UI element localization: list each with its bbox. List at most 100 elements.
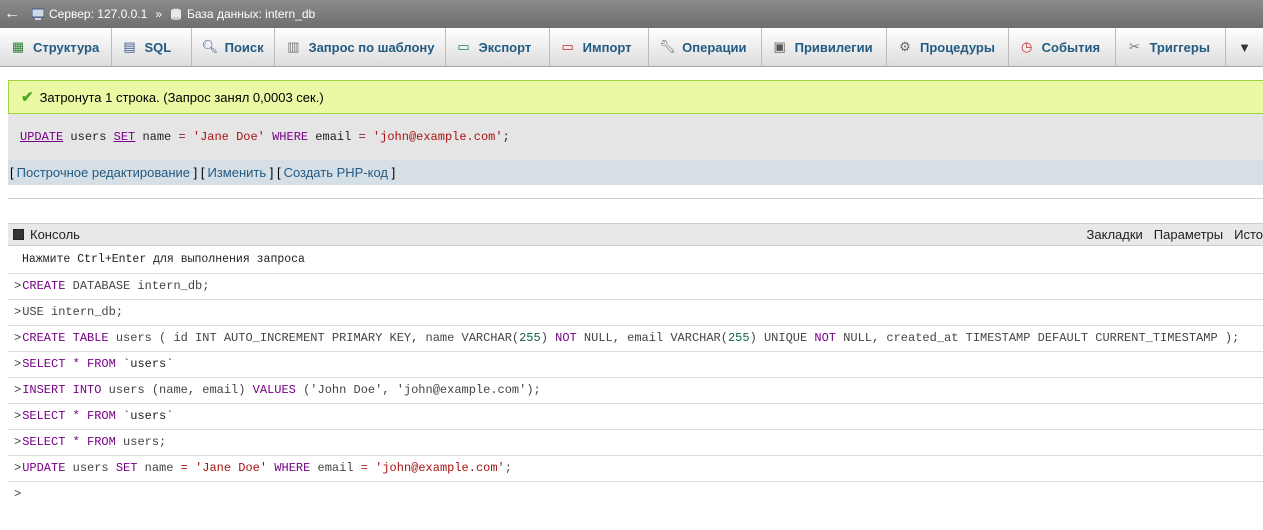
- sql-operator: =: [360, 461, 368, 475]
- sql-operator: =: [178, 130, 186, 144]
- breadcrumb-bar: ← Сервер: 127.0.0.1 » База данных: inter…: [0, 0, 1263, 28]
- sql-number: 255: [727, 331, 750, 345]
- sql-keyword-update[interactable]: UPDATE: [20, 130, 63, 144]
- breadcrumb-separator: »: [155, 7, 163, 21]
- sql-text: name: [135, 130, 179, 144]
- console-query-line[interactable]: >SELECT * FROM `users`: [8, 352, 1263, 378]
- console-history-link[interactable]: Исто: [1234, 227, 1263, 242]
- sql-keyword-set[interactable]: SET: [114, 130, 136, 144]
- sql-text: users (name, email): [101, 383, 253, 397]
- console-options: Закладки Параметры Исто: [1087, 227, 1263, 242]
- sql-string: 'Jane Doe': [187, 461, 275, 475]
- sql-text: NULL, created_at TIMESTAMP DEFAULT CURRE…: [836, 331, 1240, 345]
- edit-link[interactable]: Изменить: [207, 165, 266, 180]
- prompt-icon: >: [14, 435, 22, 449]
- search-icon: 🔍︎: [201, 39, 219, 54]
- prompt-icon: >: [14, 487, 22, 501]
- sql-keyword: INSERT: [22, 383, 66, 397]
- tab-privileges[interactable]: ▣ Привилегии: [762, 28, 887, 66]
- sql-text: name: [137, 461, 181, 475]
- create-php-link[interactable]: Создать PHP-код: [284, 165, 388, 180]
- console-query-line[interactable]: >CREATE TABLE users ( id INT AUTO_INCREM…: [8, 326, 1263, 352]
- tab-events[interactable]: ◷ События: [1009, 28, 1117, 66]
- console-bookmarks-link[interactable]: Закладки: [1087, 227, 1143, 242]
- console-query-line[interactable]: >USE intern_db;: [8, 300, 1263, 326]
- privileges-icon: ▣: [773, 39, 786, 54]
- sql-keyword: INTO: [72, 383, 102, 397]
- prompt-icon: >: [14, 305, 22, 319]
- sql-text: ) UNIQUE: [749, 331, 815, 345]
- sql-string: 'Jane Doe': [185, 130, 273, 144]
- sql-text: users: [65, 461, 116, 475]
- tab-operations[interactable]: 🔧︎ Операции: [649, 28, 762, 66]
- console-input-prompt[interactable]: >: [8, 482, 1263, 507]
- prompt-icon: >: [14, 279, 22, 293]
- sql-keyword: UPDATE: [22, 461, 66, 475]
- sql-keyword: FROM: [87, 357, 116, 371]
- sql-keyword: SELECT: [22, 409, 66, 423]
- sql-keyword: SET: [115, 461, 138, 475]
- tab-sql[interactable]: ▤ SQL: [112, 28, 192, 66]
- sql-keyword: SELECT: [22, 435, 66, 449]
- console-query-line[interactable]: >SELECT * FROM `users`: [8, 404, 1263, 430]
- inline-edit-link[interactable]: Построчное редактирование: [17, 165, 190, 180]
- database-label[interactable]: База данных: intern_db: [187, 7, 315, 21]
- database-icon: [170, 8, 182, 20]
- sql-text: users ( id INT AUTO_INCREMENT PRIMARY KE…: [108, 331, 520, 345]
- tab-triggers[interactable]: ✂ Триггеры: [1116, 28, 1227, 66]
- sql-keyword: NOT: [814, 331, 836, 345]
- sql-keyword: TABLE: [72, 331, 109, 345]
- sql-string: 'john@example.com': [367, 461, 505, 475]
- sql-text: users: [63, 130, 114, 144]
- executed-sql-box: UPDATE users SET name = 'Jane Doe' WHERE…: [8, 114, 1263, 160]
- sql-keyword-where: WHERE: [272, 130, 309, 144]
- prompt-icon: >: [14, 383, 22, 397]
- sql-keyword: FROM: [87, 435, 116, 449]
- prompt-icon: >: [14, 357, 22, 371]
- clock-icon: ◷: [1020, 39, 1033, 54]
- export-icon: ▭: [457, 39, 470, 54]
- triggers-icon: ✂: [1129, 39, 1140, 54]
- query-icon: ▥: [287, 39, 300, 54]
- prompt-icon: >: [14, 331, 22, 345]
- tab-import[interactable]: ▭ Импорт: [550, 28, 650, 66]
- tab-search[interactable]: 🔍︎ Поиск: [192, 28, 276, 66]
- sql-text: NULL, email VARCHAR(: [576, 331, 728, 345]
- sql-operator: *: [65, 357, 88, 371]
- sql-operator: *: [65, 409, 88, 423]
- sql-keyword: FROM: [87, 409, 116, 423]
- console-query-line[interactable]: >UPDATE users SET name = 'Jane Doe' WHER…: [8, 456, 1263, 482]
- sql-text: users;: [115, 435, 167, 449]
- tab-query[interactable]: ▥ Запрос по шаблону: [275, 28, 446, 66]
- main-tabs: ▦ Структура ▤ SQL 🔍︎ Поиск ▥ Запрос по шабло…: [0, 28, 1263, 67]
- database-breadcrumb[interactable]: База данных: intern_db: [170, 7, 315, 21]
- tab-export[interactable]: ▭ Экспорт: [446, 28, 550, 66]
- server-breadcrumb[interactable]: Сервер: 127.0.0.1: [31, 7, 147, 21]
- import-icon: ▭: [561, 39, 574, 54]
- console-query-line[interactable]: >SELECT * FROM users;: [8, 430, 1263, 456]
- more-tabs-button[interactable]: ▼: [1226, 28, 1263, 66]
- sql-keyword: VALUES: [252, 383, 296, 397]
- console-query-line[interactable]: >INSERT INTO users (name, email) VALUES …: [8, 378, 1263, 404]
- sql-text: DATABASE intern_db;: [65, 279, 210, 293]
- console-title[interactable]: Консоль: [30, 227, 80, 242]
- sql-operator: =: [358, 130, 366, 144]
- console-options-link[interactable]: Параметры: [1154, 227, 1223, 242]
- tab-routines[interactable]: ⚙ Процедуры: [887, 28, 1009, 66]
- console-body: Нажмите Ctrl+Enter для выполнения запрос…: [8, 247, 1263, 507]
- routines-icon: ⚙: [899, 39, 911, 54]
- divider: [8, 198, 1263, 199]
- sql-text: `users`: [115, 409, 174, 423]
- server-label[interactable]: Сервер: 127.0.0.1: [49, 7, 147, 21]
- console-header[interactable]: Консоль Закладки Параметры Исто: [8, 223, 1263, 246]
- sql-operator: *: [65, 435, 88, 449]
- tab-structure[interactable]: ▦ Структура: [0, 28, 112, 66]
- back-arrow-icon[interactable]: ←: [0, 5, 24, 23]
- chevron-down-icon: ▼: [1238, 39, 1252, 55]
- server-icon: [31, 8, 45, 20]
- sql-keyword: CREATE: [22, 279, 66, 293]
- console-query-line[interactable]: >CREATE DATABASE intern_db;: [8, 274, 1263, 300]
- query-action-links: [ Построчное редактирование ] [ Изменить…: [8, 160, 1263, 185]
- sql-text: ;: [504, 461, 512, 475]
- sql-text: `users`: [115, 357, 174, 371]
